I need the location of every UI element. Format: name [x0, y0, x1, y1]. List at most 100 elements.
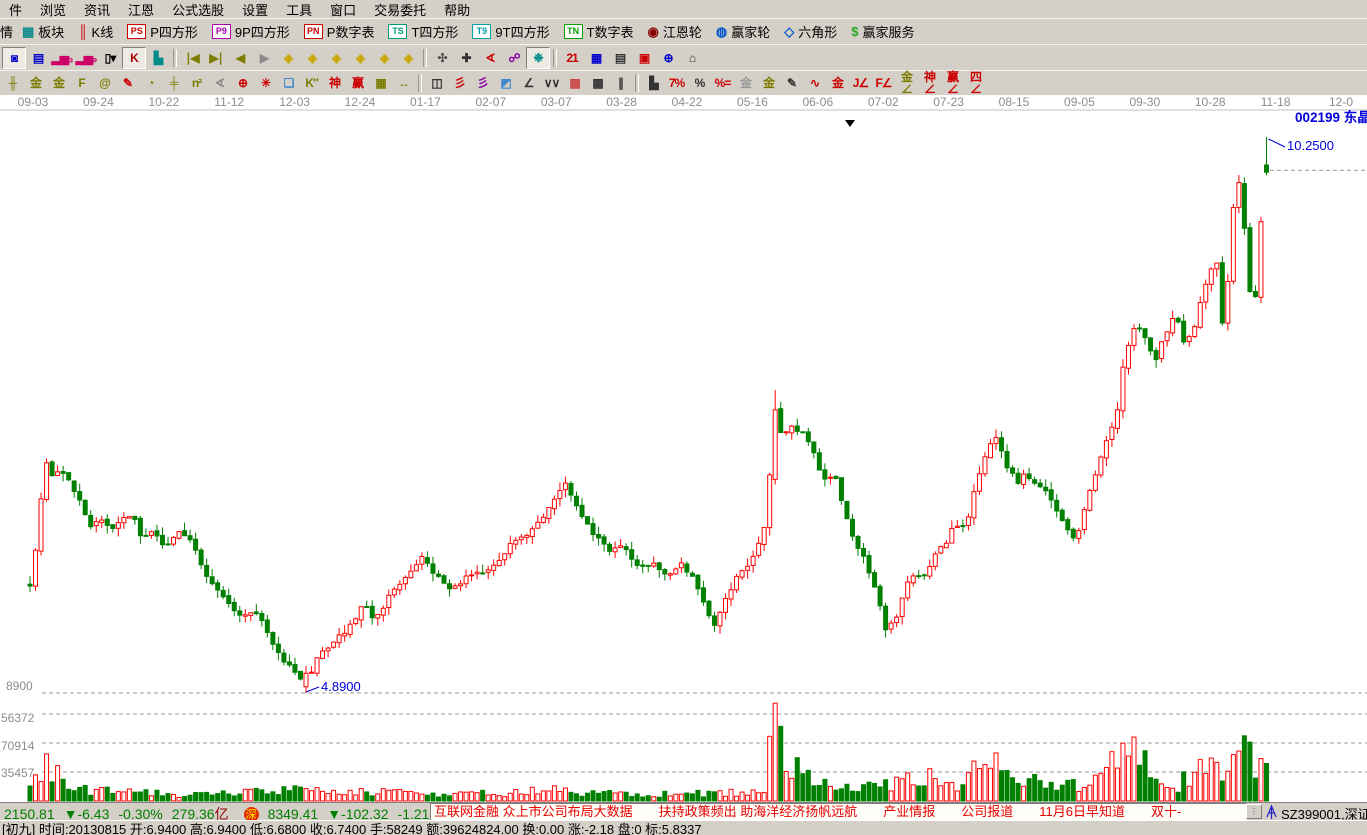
expand-h-button[interactable]: ◈ — [324, 47, 348, 69]
shen-angle-button[interactable]: 神∠ — [918, 73, 941, 94]
winner-wheel-button[interactable]: ◍赢家轮 — [709, 21, 777, 43]
histogram-button[interactable]: ▙ — [146, 47, 170, 69]
toolbar-button-label: 赢家轮 — [731, 22, 770, 41]
gann-shape-button[interactable]: ☍ — [502, 47, 526, 69]
gold-circle-button[interactable]: 金 — [734, 73, 757, 94]
channel-button[interactable]: ∥ — [609, 73, 632, 94]
menu-item-5[interactable]: 设置 — [233, 0, 277, 20]
profile-bars-button[interactable]: ▙ — [642, 73, 665, 94]
gold-angle-button[interactable]: 金∠ — [895, 73, 918, 94]
ruler-ticks-button[interactable]: ╪ — [162, 73, 185, 94]
shift-right-button[interactable]: ◈ — [300, 47, 324, 69]
fan-lines-button[interactable]: 彡 — [448, 73, 471, 94]
angle-measure-button[interactable]: ∢ — [478, 47, 502, 69]
ying-angle-button[interactable]: 赢∠ — [941, 73, 964, 94]
fib-button[interactable]: F — [70, 73, 93, 94]
toolbar-button-label: 板块 — [38, 22, 64, 41]
hexagon-button[interactable]: ◇六角形 — [777, 21, 844, 43]
ying-tool-button[interactable]: 赢 — [346, 73, 369, 94]
calculator-button[interactable]: ▦ — [584, 47, 608, 69]
fan-box2-button[interactable]: ◩ — [494, 73, 517, 94]
menu-item-7[interactable]: 窗口 — [321, 0, 365, 20]
mark-pen-button[interactable]: ✎ — [780, 73, 803, 94]
notes-button[interactable]: ▤ — [608, 47, 632, 69]
pen-button[interactable]: ✎ — [116, 73, 139, 94]
sector-button[interactable]: ▦板块 — [15, 21, 71, 43]
last-bar-button[interactable]: ▶∣ — [204, 47, 228, 69]
menu-item-0[interactable]: 件 — [0, 0, 31, 20]
j-angle-button[interactable]: J∠ — [849, 73, 872, 94]
trend-angle-button[interactable]: ∠ — [517, 73, 540, 94]
si-angle-button[interactable]: 四∠ — [964, 73, 987, 94]
gann-gold-grid-button[interactable]: 金 — [24, 73, 47, 94]
gann-brain-button[interactable]: ❉ — [526, 47, 550, 69]
ruler123-button[interactable]: ▦ — [369, 73, 392, 94]
grid-red-button[interactable]: ▦ — [563, 73, 586, 94]
prev-bar-button[interactable]: ◀ — [228, 47, 252, 69]
workstation-button[interactable]: ⌂ — [680, 47, 704, 69]
span-arrow-button[interactable]: ↔ — [392, 73, 415, 94]
grid-arrow-button[interactable]: ▩ — [586, 73, 609, 94]
k-note-button[interactable]: K″ — [300, 73, 323, 94]
shrink-v-button[interactable]: ◈ — [396, 47, 420, 69]
crosshair-button[interactable]: ✚ — [454, 47, 478, 69]
box-tool-button[interactable]: ◫ — [425, 73, 448, 94]
t9-square-button[interactable]: T99T四方形 — [465, 21, 556, 43]
quote-trend-button[interactable]: ◙ — [2, 47, 26, 69]
zigzag-button[interactable]: ∨∨ — [540, 73, 563, 94]
calendar-button[interactable]: 21 — [560, 47, 584, 69]
gann-wheel-button[interactable]: ◉江恩轮 — [641, 21, 709, 43]
svg-text:12-03: 12-03 — [279, 95, 310, 109]
menu-item-2[interactable]: 资讯 — [75, 0, 119, 20]
t-square-button[interactable]: TST四方形 — [381, 21, 465, 43]
net-sync-button[interactable]: ⊕ — [656, 47, 680, 69]
gold-box-button[interactable]: 金 — [826, 73, 849, 94]
first-bar-button[interactable]: ∣◀ — [180, 47, 204, 69]
menu-item-8[interactable]: 交易委托 — [365, 0, 435, 20]
percent-line-button[interactable]: %= — [711, 73, 734, 94]
p-square-button[interactable]: PSP四方形 — [120, 21, 205, 43]
menu-item-4[interactable]: 公式选股 — [163, 0, 233, 20]
shift-left-button[interactable]: ◈ — [276, 47, 300, 69]
gann-gold-button[interactable]: 金 — [47, 73, 70, 94]
p-table-button[interactable]: PNP数字表 — [297, 21, 382, 43]
menu-item-6[interactable]: 工具 — [277, 0, 321, 20]
spiral-button[interactable]: @ — [93, 73, 116, 94]
menu-item-1[interactable]: 浏览 — [31, 0, 75, 20]
percent7-button[interactable]: 7% — [665, 73, 688, 94]
ticker-options-button[interactable]: ⋮ — [1246, 804, 1262, 819]
p9-square-button[interactable]: P99P四方形 — [205, 21, 297, 43]
low-price-annotation: 4.8900 — [321, 679, 361, 694]
period-button[interactable]: ▯▾ — [98, 47, 122, 69]
kline-button[interactable]: ║K线 — [71, 21, 120, 43]
expand-v-button[interactable]: ◈ — [372, 47, 396, 69]
shen-tool-button[interactable]: 神 — [323, 73, 346, 94]
n-square-button[interactable]: n² — [185, 73, 208, 94]
target-button[interactable]: ⊕ — [231, 73, 254, 94]
menu-item-3[interactable]: 江恩 — [119, 0, 163, 20]
hand-drag-button[interactable]: ✣ — [430, 47, 454, 69]
gold-line-button[interactable]: 金 — [757, 73, 780, 94]
t-table-button[interactable]: TNT数字表 — [557, 21, 641, 43]
date-axis: 09-0309-2410-2211-1212-0312-2401-1702-07… — [0, 95, 1367, 110]
bars9-button[interactable]: ▂▅₉ — [74, 47, 98, 69]
save-button[interactable]: ▣ — [632, 47, 656, 69]
fan-box-button[interactable]: 彡 — [471, 73, 494, 94]
angle-tool-button[interactable]: ∢ — [208, 73, 231, 94]
tick-tool-button[interactable]: ╫ — [1, 73, 24, 94]
shrink-h-button[interactable]: ◈ — [348, 47, 372, 69]
f-angle-button[interactable]: F∠ — [872, 73, 895, 94]
info-doc-button[interactable]: ▤ — [26, 47, 50, 69]
time-dial-button[interactable]: ◔ — [139, 73, 162, 94]
percent-button[interactable]: % — [688, 73, 711, 94]
next-bar-button[interactable]: ▶ — [252, 47, 276, 69]
star-grid-button[interactable]: ✳ — [254, 73, 277, 94]
star-box-button[interactable]: ❏ — [277, 73, 300, 94]
bars3-button[interactable]: ▂▅₃ — [50, 47, 74, 69]
candlestick-chart[interactable]: 09-0309-2410-2211-1212-0312-2401-1702-07… — [0, 95, 1367, 802]
wave-overlay-button[interactable]: ∿ — [803, 73, 826, 94]
kline-mode-button[interactable]: K — [122, 47, 146, 69]
menu-item-9[interactable]: 帮助 — [435, 0, 479, 20]
kline-mode-icon: K — [130, 52, 138, 64]
service-button[interactable]: $赢家服务 — [844, 21, 921, 43]
